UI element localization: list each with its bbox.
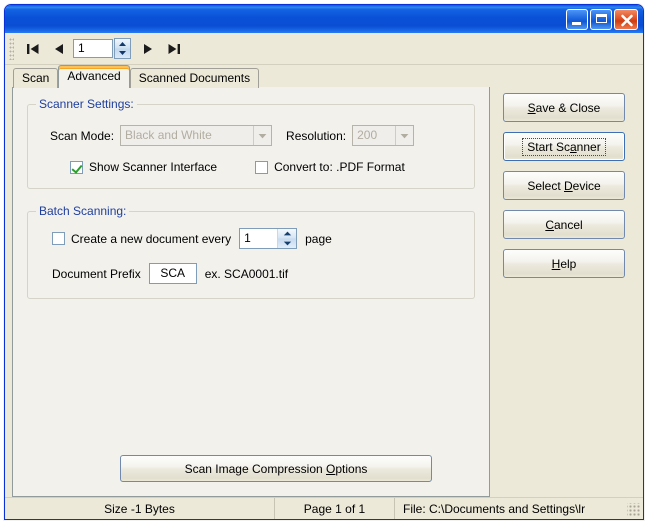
spinner-up-icon xyxy=(283,231,291,236)
first-record-icon[interactable] xyxy=(20,38,46,60)
convert-to-pdf-label: Convert to: .PDF Format xyxy=(274,160,405,174)
document-prefix-input[interactable]: SCA xyxy=(148,263,197,284)
close-icon[interactable] xyxy=(614,8,638,30)
previous-record-icon[interactable] xyxy=(46,38,72,60)
title-bar xyxy=(5,5,643,33)
scanner-settings-legend: Scanner Settings: xyxy=(36,97,137,111)
resize-grip[interactable] xyxy=(627,503,641,517)
page-unit-label: page xyxy=(305,231,332,246)
help-button[interactable]: Help xyxy=(503,249,625,278)
pages-per-document-input[interactable]: 1 xyxy=(239,228,298,249)
status-page: Page 1 of 1 xyxy=(275,498,395,519)
scan-mode-value: Black and White xyxy=(125,128,212,142)
checkbox-box-unchecked xyxy=(52,232,65,245)
toolbar-gripper[interactable] xyxy=(9,37,14,60)
document-prefix-label: Document Prefix xyxy=(52,266,141,281)
command-button-panel: Save & Close Start Scanner Select Device… xyxy=(490,87,637,497)
show-scanner-interface-checkbox[interactable]: Show Scanner Interface xyxy=(70,160,217,174)
convert-to-pdf-checkbox[interactable]: Convert to: .PDF Format xyxy=(255,160,405,174)
start-scanner-text-after: nner xyxy=(576,139,601,154)
status-file: File: C:\Documents and Settings\lr xyxy=(403,501,586,516)
start-scanner-text-before: Start Sc xyxy=(527,139,570,154)
next-record-icon[interactable] xyxy=(135,38,161,60)
scan-mode-dropdown[interactable]: Black and White xyxy=(120,125,273,146)
scan-image-compression-options-button[interactable]: Scan Image Compression Options xyxy=(120,455,432,482)
status-bar: Size -1 Bytes Page 1 of 1 File: C:\Docum… xyxy=(5,497,643,519)
start-scanner-button[interactable]: Start Scanner xyxy=(503,132,625,161)
record-navigator-toolbar: 1 xyxy=(5,33,643,65)
tab-scanned-documents[interactable]: Scanned Documents xyxy=(129,68,260,88)
maximize-icon[interactable] xyxy=(590,8,612,30)
scan-dialog-window: 1 Scan Advanced Scanned Documents Scanne… xyxy=(4,4,644,520)
save-and-close-button[interactable]: Save & Close xyxy=(503,93,625,122)
resolution-value: 200 xyxy=(357,128,378,142)
batch-scanning-group: Batch Scanning: Create a new document ev… xyxy=(27,204,475,299)
cancel-accel: C xyxy=(545,217,554,232)
show-scanner-interface-label: Show Scanner Interface xyxy=(89,160,218,174)
window-controls xyxy=(566,8,638,30)
cancel-button[interactable]: Cancel xyxy=(503,210,625,239)
create-new-document-checkbox[interactable]: Create a new document every xyxy=(52,232,231,246)
resolution-dropdown[interactable]: 200 xyxy=(352,125,415,146)
chevron-down-icon xyxy=(395,126,414,145)
select-device-text-after: evice xyxy=(572,178,601,193)
batch-scanning-legend: Batch Scanning: xyxy=(36,204,130,218)
compression-button-text-before: Scan Image Compression xyxy=(184,461,327,476)
pages-per-document-value: 1 xyxy=(244,231,251,245)
create-new-document-label: Create a new document every xyxy=(71,231,232,246)
cancel-text-after: ancel xyxy=(553,217,583,232)
checkbox-box-unchecked xyxy=(255,160,269,174)
save-close-accel: S xyxy=(527,100,536,115)
checkbox-box-checked xyxy=(70,160,83,174)
start-scanner-accel: a xyxy=(569,139,577,154)
tab-advanced[interactable]: Advanced xyxy=(58,65,130,88)
tab-strip: Scan Advanced Scanned Documents xyxy=(5,65,643,88)
save-close-text-after: ave & Close xyxy=(535,100,601,115)
compression-button-text-after: ptions xyxy=(335,461,368,476)
record-number-spinner[interactable] xyxy=(114,38,131,59)
scanner-settings-group: Scanner Settings: Scan Mode: Black and W… xyxy=(27,97,475,189)
spinner-down-icon xyxy=(283,241,291,246)
tab-scan[interactable]: Scan xyxy=(13,68,59,88)
spinner-down-icon xyxy=(119,51,126,56)
resolution-label: Resolution: xyxy=(286,128,347,143)
scan-mode-label: Scan Mode: xyxy=(50,128,115,143)
select-device-accel: D xyxy=(564,178,573,193)
advanced-tab-panel: Scanner Settings: Scan Mode: Black and W… xyxy=(12,86,490,497)
pages-per-document-spinner[interactable] xyxy=(277,229,297,248)
chevron-down-icon xyxy=(253,126,272,145)
select-device-text-before: Select xyxy=(527,178,564,193)
help-text-after: elp xyxy=(560,256,577,271)
compression-button-accel: O xyxy=(326,461,336,476)
status-size: Size -1 Bytes xyxy=(5,498,275,519)
document-prefix-example: ex. SCA0001.tif xyxy=(204,266,289,281)
record-number-input[interactable]: 1 xyxy=(73,39,113,58)
spinner-up-icon xyxy=(119,41,126,46)
last-record-icon[interactable] xyxy=(161,38,187,60)
select-device-button[interactable]: Select Device xyxy=(503,171,625,200)
minimize-icon[interactable] xyxy=(566,8,588,30)
dialog-body: Scanner Settings: Scan Mode: Black and W… xyxy=(5,86,643,497)
